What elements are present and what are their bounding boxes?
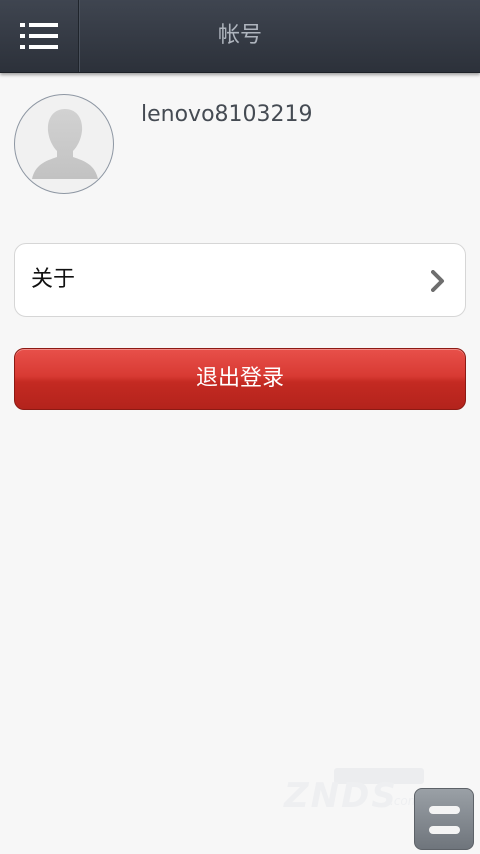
watermark-logo: ZNDS .com xyxy=(272,758,424,818)
menu-button[interactable] xyxy=(0,0,79,72)
default-avatar-icon xyxy=(32,109,98,179)
avatar[interactable] xyxy=(14,94,114,194)
floating-menu-button[interactable] xyxy=(414,788,474,850)
username: lenovo8103219 xyxy=(141,102,313,127)
page-title: 帐号 xyxy=(217,23,262,48)
menu-icon xyxy=(20,23,58,49)
chevron-right-icon xyxy=(431,270,444,292)
top-bar: 帐号 xyxy=(0,0,480,73)
about-menu-item[interactable]: 关于 xyxy=(14,243,466,317)
logout-button[interactable]: 退出登录 xyxy=(14,348,466,410)
about-label: 关于 xyxy=(31,267,76,292)
watermark-text: ZNDS xyxy=(284,776,398,816)
